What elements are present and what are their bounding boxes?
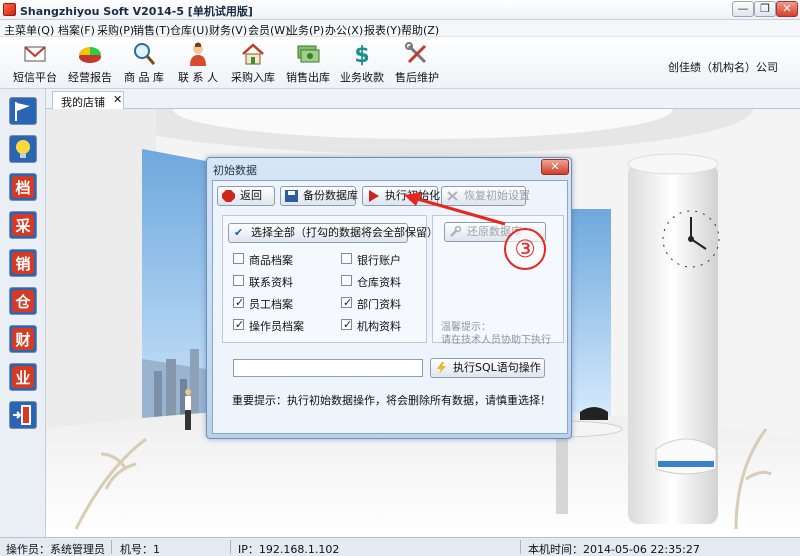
app-logo-icon	[3, 3, 16, 16]
flag-icon	[15, 102, 30, 121]
svg-text:业: 业	[15, 369, 30, 387]
svg-text:财: 财	[15, 331, 30, 349]
menu-finance[interactable]: 财务(V)	[209, 22, 247, 38]
sidebar-business-button[interactable]: 业	[9, 363, 37, 391]
backup-database-button[interactable]: 备份数据库	[280, 186, 358, 206]
after-sales-button[interactable]: 售后维护	[389, 39, 445, 87]
sidebar-finance-button[interactable]: 财	[9, 325, 37, 353]
warehouse-icon: 仓	[12, 290, 34, 312]
minimize-button[interactable]: —	[732, 1, 754, 17]
product-library-button[interactable]: 商 品 库	[116, 39, 172, 87]
person-icon	[190, 42, 206, 66]
svg-text:档: 档	[15, 179, 30, 197]
sidebar-archive-button[interactable]: 档	[9, 173, 37, 201]
business-report-button[interactable]: 经营报告	[62, 39, 118, 87]
house-icon	[242, 43, 264, 65]
exit-icon	[13, 405, 31, 425]
tab-close-icon[interactable]: ✕	[113, 93, 122, 106]
dialog-close-button[interactable]: ✕	[541, 159, 569, 175]
menu-main[interactable]: 主菜单(Q)	[4, 22, 54, 38]
business-collection-button[interactable]: $ 业务收款	[334, 39, 390, 87]
menu-sales[interactable]: 销售(T)	[133, 22, 170, 38]
status-ip: IP：192.168.1.102	[238, 543, 340, 556]
purchase-icon: 采	[12, 214, 34, 236]
tab-bar: 我的店铺 ✕	[46, 89, 800, 109]
menu-purchase[interactable]: 采购(P)	[97, 22, 134, 38]
sidebar-exit-button[interactable]	[9, 401, 37, 429]
svg-text:$: $	[354, 43, 369, 67]
pie-chart-icon	[79, 47, 101, 63]
annotation-arrow-icon	[404, 192, 506, 226]
sidebar-warehouse-button[interactable]: 仓	[9, 287, 37, 315]
status-bar: 操作员：系统管理员 机号：1 IP：192.168.1.102 本机时间：201…	[0, 537, 800, 556]
menu-member[interactable]: 会员(W)	[248, 22, 289, 38]
lightning-icon	[437, 362, 446, 374]
tab-label: 我的店铺	[61, 96, 105, 109]
menu-office[interactable]: 办公(X)	[325, 22, 363, 38]
menu-help[interactable]: 帮助(Z)	[401, 22, 439, 38]
svg-text:③: ③	[514, 235, 536, 263]
lightbulb-icon	[16, 140, 30, 158]
tab-my-shop[interactable]: 我的店铺 ✕	[52, 91, 124, 109]
finance-icon: 财	[12, 328, 34, 350]
menu-warehouse[interactable]: 仓库(U)	[170, 22, 209, 38]
sales-outbound-button[interactable]: 销售出库	[280, 39, 336, 87]
contacts-button[interactable]: 联 系 人	[170, 39, 226, 87]
svg-text:销: 销	[15, 255, 30, 273]
svg-text:采: 采	[14, 217, 31, 235]
stop-icon	[222, 190, 235, 202]
sms-platform-button[interactable]: 短信平台	[7, 39, 63, 87]
toolbar: 短信平台 经营报告 商 品 库 联 系 人 采购入库 销售出库 $ 业务收款 售…	[0, 37, 800, 89]
menu-business[interactable]: 业务(P)	[287, 22, 324, 38]
money-icon	[297, 45, 320, 63]
back-button[interactable]: 返回	[217, 186, 275, 206]
status-operator: 操作员：系统管理员	[6, 543, 105, 556]
select-all-button[interactable]: ✔ 选择全部（打勾的数据将会全部保留）	[228, 223, 438, 243]
menu-reports[interactable]: 报表(Y)	[364, 22, 401, 38]
archive-icon: 档	[12, 176, 34, 198]
sidebar-tips-button[interactable]	[9, 135, 37, 163]
disk-icon	[285, 190, 298, 202]
important-notice: 重要提示：执行初始数据操作，将会删除所有数据，请慎重选择！	[232, 394, 551, 407]
checkmark-icon: ✔	[234, 226, 244, 239]
dollar-icon: $	[354, 43, 369, 67]
close-window-button[interactable]: ✕	[776, 1, 798, 17]
company-name: 创佳绩（机构名）公司	[668, 61, 778, 74]
menu-bar: 主菜单(Q) 档案(F) 采购(P) 销售(T) 仓库(U) 财务(V) 会员(…	[0, 20, 800, 37]
window-title: Shangzhiyou Soft V2014-5 [单机试用版]	[20, 5, 253, 18]
status-local-time: 本机时间：2014-05-06 22:35:27	[528, 543, 700, 556]
sidebar-flag-button[interactable]	[9, 97, 37, 125]
menu-files[interactable]: 档案(F)	[58, 22, 95, 38]
title-bar: Shangzhiyou Soft V2014-5 [单机试用版] — ❐ ✕	[0, 0, 800, 20]
envelope-icon	[24, 46, 46, 62]
dialog-title: 初始数据	[213, 164, 257, 177]
hint-body: 请在技术人员协助下执行	[441, 335, 551, 346]
play-icon	[369, 190, 379, 202]
purchase-inbound-button[interactable]: 采购入库	[225, 39, 281, 87]
magnifier-icon	[134, 43, 156, 65]
maximize-button[interactable]: ❐	[754, 1, 776, 17]
status-machine-number: 机号：1	[120, 543, 160, 556]
left-sidebar: 档 采 销 仓 财 业	[0, 89, 46, 537]
annotation-marker-icon: ③	[504, 228, 546, 270]
business-icon: 业	[12, 366, 34, 388]
sql-input[interactable]	[233, 359, 423, 377]
sidebar-sales-button[interactable]: 销	[9, 249, 37, 277]
svg-text:仓: 仓	[14, 293, 31, 311]
execute-sql-button[interactable]: 执行SQL语句操作	[430, 358, 545, 378]
tools-icon	[405, 42, 427, 64]
sales-icon: 销	[12, 252, 34, 274]
sidebar-purchase-button[interactable]: 采	[9, 211, 37, 239]
